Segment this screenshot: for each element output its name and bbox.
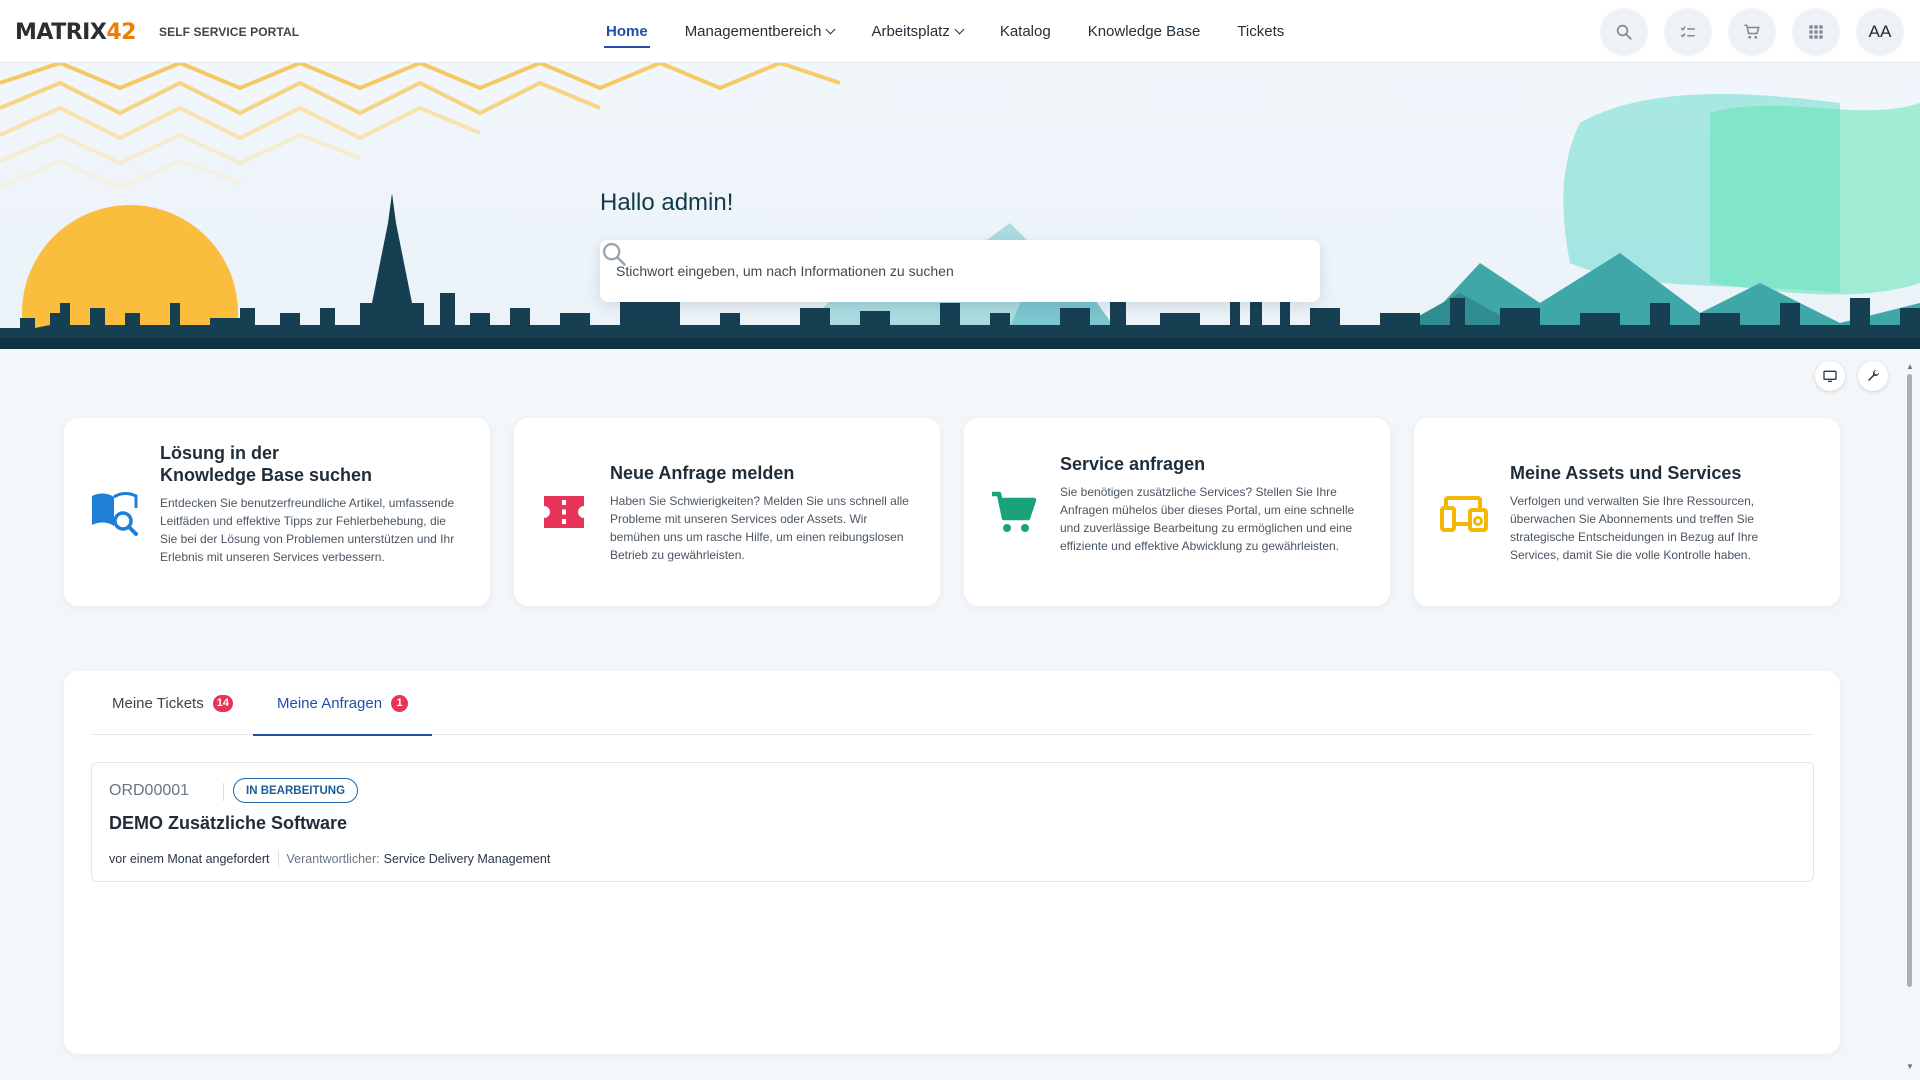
responsible-label: Verantwortlicher: bbox=[286, 852, 380, 866]
card-title: Meine Assets und Services bbox=[1510, 463, 1742, 483]
count-badge: 14 bbox=[212, 694, 233, 712]
user-avatar[interactable]: AA bbox=[1856, 8, 1904, 56]
wrench-icon bbox=[1868, 369, 1879, 381]
logo-text: MATRIX bbox=[15, 20, 107, 45]
hero-banner: Hallo admin! bbox=[0, 63, 1920, 349]
cart-icon bbox=[992, 491, 1037, 532]
nav-home[interactable]: Home bbox=[604, 0, 650, 63]
nav-knowledge-base[interactable]: Knowledge Base bbox=[1088, 0, 1201, 63]
card-description: Entdecken Sie benutzerfreundliche Artike… bbox=[160, 496, 455, 564]
ticket-icon bbox=[544, 496, 584, 528]
nav-katalog[interactable]: Katalog bbox=[1000, 0, 1051, 63]
tab-my-requests[interactable]: Meine Anfragen 1 bbox=[253, 671, 433, 736]
nav-label: Knowledge Base bbox=[1087, 23, 1201, 40]
search-icon bbox=[1616, 24, 1632, 40]
tab-my-tickets[interactable]: Meine Tickets 14 bbox=[112, 671, 233, 735]
card-title-line: Knowledge Base suchen bbox=[160, 465, 373, 485]
search-button[interactable] bbox=[1600, 8, 1648, 56]
request-meta: vor einem Monat angefordert Verantwortli… bbox=[109, 851, 550, 867]
matrix42-logo[interactable]: MATRIX42 bbox=[15, 20, 136, 45]
tab-label: Meine Tickets bbox=[112, 694, 204, 712]
chevron-down-icon bbox=[954, 24, 965, 35]
tab-label: Meine Anfragen bbox=[277, 694, 383, 712]
nav-label: Arbeitsplatz bbox=[871, 23, 950, 40]
card-description: Sie benötigen zusätzliche Services? Stel… bbox=[1060, 485, 1355, 553]
scroll-up-arrow-icon[interactable]: ▲ bbox=[1906, 362, 1914, 371]
request-title[interactable]: DEMO Zusätzliche Software bbox=[109, 813, 347, 834]
card-knowledge-base[interactable]: Lösung in der Knowledge Base suchen Entd… bbox=[64, 418, 490, 606]
search-input[interactable] bbox=[616, 263, 1320, 279]
card-description: Verfolgen und verwalten Sie Ihre Ressour… bbox=[1510, 494, 1759, 562]
count-badge: 1 bbox=[391, 694, 409, 712]
greeting-heading: Hallo admin! bbox=[600, 189, 734, 216]
chevron-down-icon bbox=[826, 24, 836, 35]
cart-button[interactable] bbox=[1728, 8, 1776, 56]
checklist-icon bbox=[1680, 26, 1695, 38]
nav-managementbereich[interactable]: Managementbereich bbox=[684, 0, 836, 63]
requested-time: vor einem Monat angefordert bbox=[109, 852, 270, 866]
devices-icon bbox=[1440, 496, 1488, 532]
main-nav: Home Managementbereich Arbeitsplatz Kata… bbox=[604, 0, 1321, 63]
card-new-request[interactable]: Neue Anfrage melden Haben Sie Schwierigk… bbox=[514, 418, 940, 606]
nav-arbeitsplatz[interactable]: Arbeitsplatz bbox=[871, 0, 965, 63]
card-service-request[interactable]: Service anfragen Sie benötigen zusätzlic… bbox=[964, 418, 1390, 606]
search-icon bbox=[602, 242, 626, 266]
card-title: Service anfragen bbox=[1060, 454, 1206, 474]
card-title: Lösung in der Knowledge Base suchen bbox=[160, 442, 372, 486]
nav-label: Managementbereich bbox=[684, 23, 822, 40]
status-badge: IN BEARBEITUNG bbox=[233, 778, 359, 803]
logo-accent-text: 42 bbox=[106, 20, 136, 45]
my-items-panel: Meine Tickets 14 Meine Anfragen 1 ORD000… bbox=[64, 671, 1840, 1054]
scroll-down-arrow-icon[interactable]: ▼ bbox=[1906, 1062, 1914, 1071]
divider bbox=[277, 851, 279, 867]
nav-tickets[interactable]: Tickets bbox=[1237, 0, 1284, 63]
tabs-bar: Meine Tickets 14 Meine Anfragen 1 bbox=[91, 671, 1814, 736]
responsible-value: Service Delivery Management bbox=[383, 852, 551, 866]
knowledge-search-box[interactable] bbox=[600, 240, 1320, 302]
header-actions: AA bbox=[1584, 8, 1904, 56]
card-title: Neue Anfrage melden bbox=[610, 463, 795, 483]
divider bbox=[223, 783, 224, 801]
cart-icon bbox=[1744, 24, 1760, 39]
portal-title: SELF SERVICE PORTAL bbox=[159, 25, 300, 39]
settings-tool-button[interactable] bbox=[1858, 361, 1888, 391]
page-scrollbar[interactable]: ▲ ▼ bbox=[1904, 362, 1914, 1080]
scrollbar-thumb[interactable] bbox=[1907, 374, 1912, 987]
checklist-button[interactable] bbox=[1664, 8, 1712, 56]
request-id: ORD00001 bbox=[109, 782, 190, 799]
knowledge-search-icon bbox=[92, 492, 138, 536]
card-assets-services[interactable]: Meine Assets und Services Verfolgen und … bbox=[1414, 418, 1840, 606]
nav-label: Home bbox=[606, 23, 648, 40]
request-item[interactable]: ORD00001 IN BEARBEITUNG DEMO Zusätzliche… bbox=[91, 762, 1814, 882]
monitor-icon bbox=[1823, 370, 1837, 382]
display-mode-button[interactable] bbox=[1815, 361, 1845, 391]
card-description: Haben Sie Schwierigkeiten? Melden Sie un… bbox=[610, 494, 909, 562]
skyline-illustration bbox=[0, 63, 1920, 349]
card-title-line: Lösung in der bbox=[160, 443, 279, 463]
apps-grid-icon bbox=[1809, 25, 1823, 39]
nav-label: Katalog bbox=[999, 23, 1051, 40]
top-bar: MATRIX42 SELF SERVICE PORTAL Home Manage… bbox=[0, 0, 1920, 63]
apps-button[interactable] bbox=[1792, 8, 1840, 56]
nav-label: Tickets bbox=[1237, 23, 1285, 40]
